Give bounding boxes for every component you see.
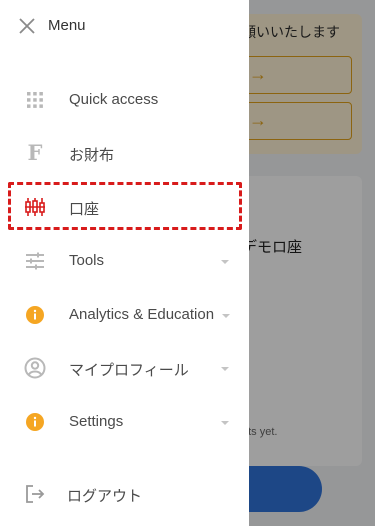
chevron-down-icon[interactable] bbox=[218, 255, 232, 267]
highlight-box bbox=[8, 182, 242, 230]
chevron-down-icon[interactable] bbox=[218, 362, 232, 374]
drawer-header: Menu bbox=[0, 0, 249, 52]
menu-item-my-profile[interactable]: マイプロフィール bbox=[0, 342, 249, 394]
menu-item-analytics-education[interactable]: Analytics & Education bbox=[0, 289, 249, 341]
close-icon[interactable] bbox=[16, 15, 38, 37]
chevron-down-icon[interactable] bbox=[219, 309, 233, 321]
navigation-drawer: Menu Quick access F お財布 口座 Tools Analyti… bbox=[0, 0, 249, 526]
f-letter-icon: F bbox=[27, 140, 43, 165]
menu-item-logout[interactable]: ログアウト bbox=[0, 468, 249, 520]
menu-item-label: マイプロフィール bbox=[69, 362, 189, 379]
user-circle-icon bbox=[22, 357, 48, 379]
chevron-down-icon[interactable] bbox=[218, 416, 232, 428]
menu-item-label: Tools bbox=[69, 252, 105, 269]
menu-item-label: Analytics & Education bbox=[69, 306, 215, 323]
drawer-title: Menu bbox=[48, 17, 86, 34]
info-icon bbox=[22, 412, 48, 432]
menu-item-label: Quick access bbox=[69, 91, 159, 108]
menu-item-wallet[interactable]: F お財布 bbox=[0, 127, 249, 179]
menu-item-quick-access[interactable]: Quick access bbox=[0, 74, 249, 126]
info-icon bbox=[22, 305, 48, 325]
menu-item-label: ログアウト bbox=[67, 488, 143, 505]
menu-item-settings[interactable]: Settings bbox=[0, 396, 249, 448]
menu-item-label: Settings bbox=[69, 413, 124, 430]
menu-item-tools[interactable]: Tools bbox=[0, 235, 249, 287]
menu-item-label: お財布 bbox=[69, 147, 115, 164]
sliders-icon bbox=[22, 251, 48, 271]
logout-icon bbox=[22, 484, 48, 504]
grid-dots-icon bbox=[22, 90, 48, 110]
